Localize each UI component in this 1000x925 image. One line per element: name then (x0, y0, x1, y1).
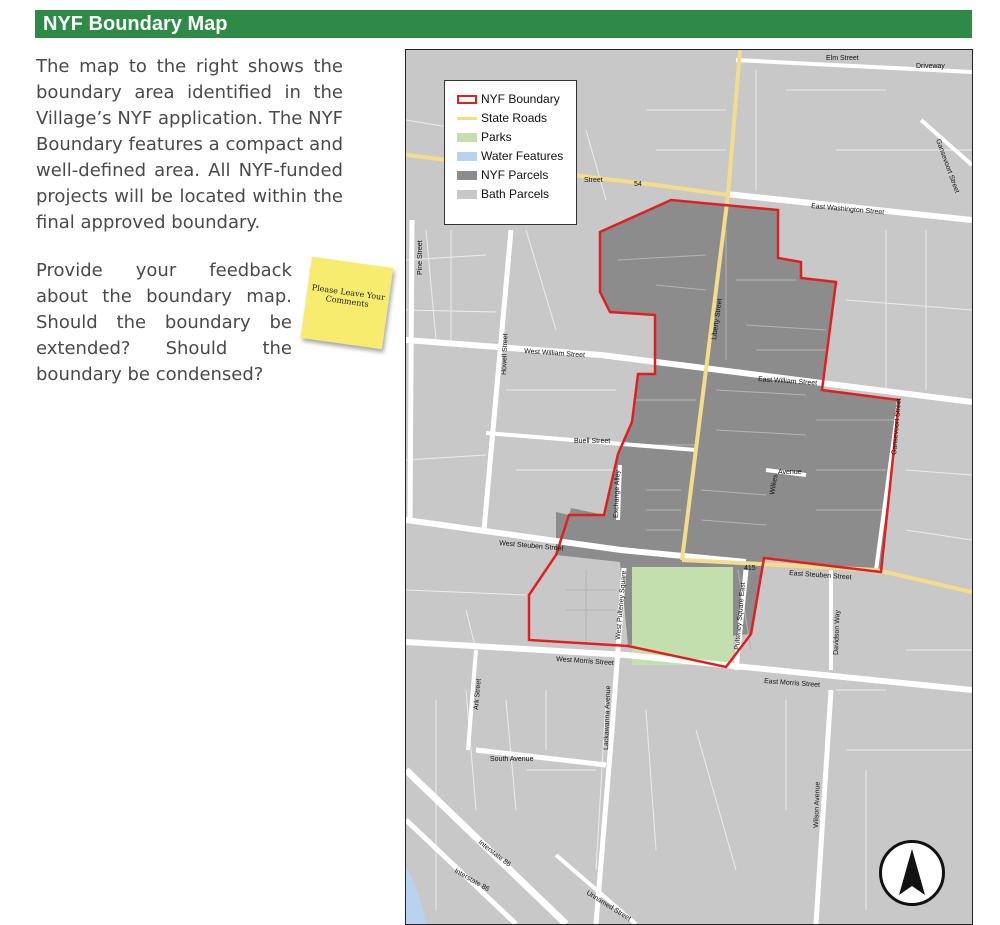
map-legend: NYF Boundary State Roads Parks Water Fea… (444, 80, 577, 225)
legend-swatch-boundary (457, 94, 477, 104)
legend-swatch-nyf-parcels (457, 170, 477, 180)
label-route-415: 415 (744, 565, 756, 572)
legend-label: Water Features (481, 149, 564, 163)
legend-item-nyf-parcels: NYF Parcels (457, 167, 548, 183)
legend-item-parks: Parks (457, 129, 512, 145)
label-street: Street (584, 177, 603, 184)
label-west-morris: West Morris Street (556, 656, 614, 667)
legend-item-nyf-boundary: NYF Boundary (457, 91, 560, 107)
label-interstate-86-a: Interstate 86 (477, 839, 512, 869)
sticky-note-text: Please Leave Your Comments (311, 283, 386, 309)
label-south-avenue: South Avenue (490, 756, 534, 763)
north-arrow-glyph (899, 849, 925, 895)
legend-label: Parks (481, 130, 512, 144)
label-ark: Ark Street (473, 679, 483, 711)
label-avenue: Avenue (778, 469, 802, 476)
label-davidson: Davidson Way (833, 609, 842, 655)
label-east-morris: East Morris Street (764, 678, 820, 689)
section-banner: NYF Boundary Map (35, 10, 972, 38)
legend-label: NYF Parcels (481, 168, 549, 182)
label-interstate-86-b: Interstate 86 (453, 868, 490, 894)
label-howell: Howell Street (501, 333, 509, 375)
legend-item-water: Water Features (457, 148, 563, 164)
legend-swatch-water (457, 151, 477, 161)
legend-item-bath-parcels: Bath Parcels (457, 186, 549, 202)
comment-sticky-note[interactable]: Please Leave Your Comments (300, 256, 394, 350)
feedback-paragraph: Provide your feedback about the boundary… (36, 260, 292, 385)
label-route-54: 54 (634, 181, 642, 188)
legend-label: NYF Boundary (481, 92, 560, 106)
label-pine: Pine Street (417, 240, 424, 275)
label-west-william: West William Street (524, 348, 585, 359)
legend-label: State Roads (481, 111, 548, 125)
legend-item-state-roads: State Roads (457, 110, 547, 126)
road-howell (481, 229, 514, 531)
legend-swatch-parks (457, 132, 477, 142)
boundary-map: Elm Street Driveway Gansevoort Street St… (405, 49, 973, 925)
water-feature (406, 868, 426, 924)
legend-label: Bath Parcels (481, 187, 550, 201)
section-title: NYF Boundary Map (43, 13, 228, 35)
label-driveway: Driveway (916, 63, 945, 70)
label-gansevoort-north: Gansevoort Street (934, 138, 960, 194)
label-east-steuben: East Steuben Street (789, 570, 852, 581)
north-arrow-icon (879, 840, 945, 906)
legend-swatch-bath-parcels (457, 189, 477, 199)
legend-swatch-state-roads (457, 116, 477, 120)
label-buell: Buell Street (574, 438, 610, 445)
label-elm: Elm Street (826, 55, 859, 62)
intro-paragraph: The map to the right shows the boundary … (36, 56, 343, 233)
road-pine (407, 219, 415, 521)
label-unnamed: Unnamed Street (585, 890, 632, 923)
